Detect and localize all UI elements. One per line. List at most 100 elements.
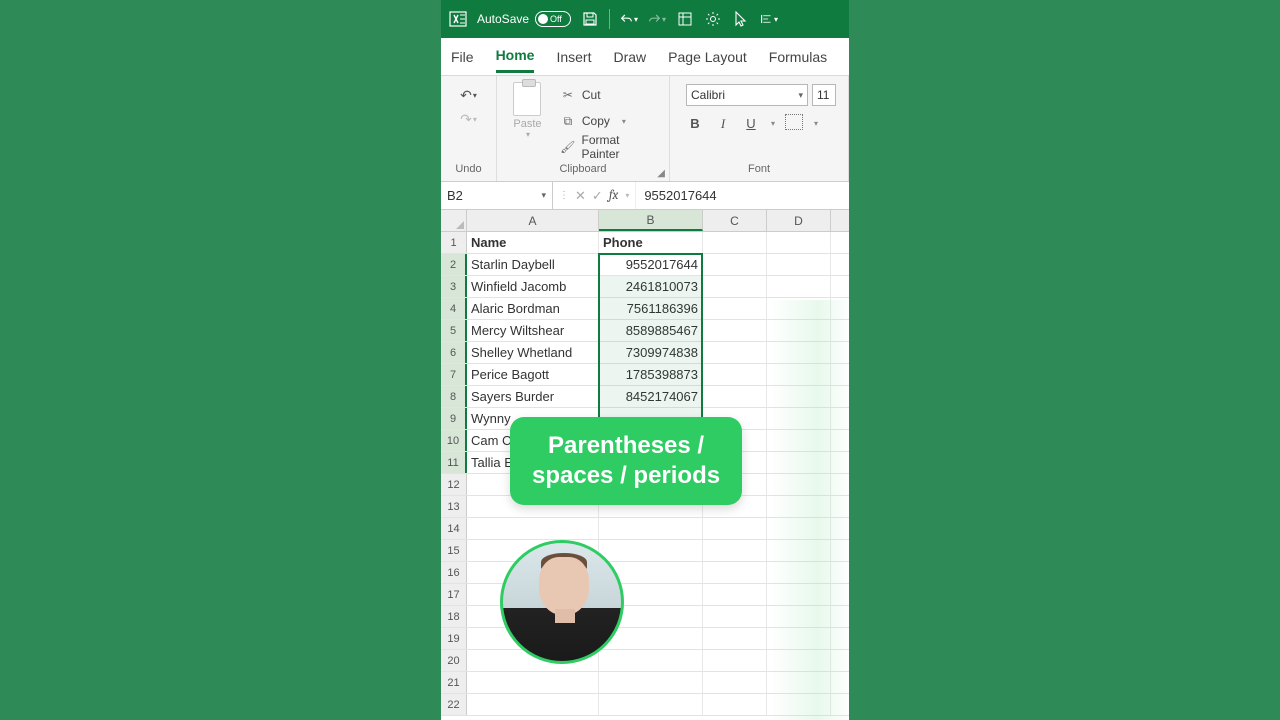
cell[interactable]: 2461810073 — [599, 276, 703, 297]
cell[interactable] — [767, 518, 831, 539]
cell[interactable] — [767, 254, 831, 275]
cell[interactable] — [767, 628, 831, 649]
cell[interactable] — [767, 606, 831, 627]
cell[interactable] — [767, 276, 831, 297]
cell[interactable] — [703, 562, 767, 583]
row-header[interactable]: 18 — [441, 606, 467, 627]
cell[interactable] — [767, 672, 831, 693]
cell[interactable] — [767, 408, 831, 429]
cell[interactable] — [703, 518, 767, 539]
bold-button[interactable]: B — [686, 116, 704, 131]
paste-button[interactable]: Paste ▾ — [503, 80, 552, 163]
row-header[interactable]: 6 — [441, 342, 467, 363]
cell[interactable] — [767, 364, 831, 385]
borders-button[interactable] — [785, 114, 803, 133]
cell[interactable]: Perice Bagott — [467, 364, 599, 385]
cell[interactable] — [703, 254, 767, 275]
row-header[interactable]: 19 — [441, 628, 467, 649]
cell[interactable] — [703, 386, 767, 407]
cell[interactable] — [767, 584, 831, 605]
cell[interactable] — [767, 452, 831, 473]
cell[interactable] — [599, 518, 703, 539]
cell[interactable] — [467, 518, 599, 539]
cell[interactable] — [767, 694, 831, 715]
cell[interactable] — [703, 320, 767, 341]
col-header-a[interactable]: A — [467, 210, 599, 231]
tab-formulas[interactable]: Formulas — [769, 43, 827, 71]
cell[interactable] — [467, 672, 599, 693]
cell[interactable]: 1785398873 — [599, 364, 703, 385]
cell[interactable] — [703, 540, 767, 561]
cell[interactable] — [703, 364, 767, 385]
row-header[interactable]: 12 — [441, 474, 467, 495]
tab-home[interactable]: Home — [496, 41, 535, 73]
cell[interactable]: 7309974838 — [599, 342, 703, 363]
row-header[interactable]: 10 — [441, 430, 467, 451]
row-header[interactable]: 20 — [441, 650, 467, 671]
row-header[interactable]: 11 — [441, 452, 467, 473]
cell[interactable] — [703, 584, 767, 605]
cell[interactable]: Winfield Jacomb — [467, 276, 599, 297]
tab-page-layout[interactable]: Page Layout — [668, 43, 747, 71]
cell[interactable] — [767, 320, 831, 341]
cell[interactable] — [767, 342, 831, 363]
col-header-c[interactable]: C — [703, 210, 767, 231]
cut-button[interactable]: ✂Cut — [560, 84, 659, 106]
align-icon[interactable]: ▾ — [760, 10, 778, 28]
cell[interactable]: 7561186396 — [599, 298, 703, 319]
row-header[interactable]: 14 — [441, 518, 467, 539]
row-header[interactable]: 2 — [441, 254, 467, 275]
cell[interactable]: Alaric Bordman — [467, 298, 599, 319]
cursor-icon[interactable] — [732, 10, 750, 28]
cell[interactable] — [703, 672, 767, 693]
cell[interactable] — [767, 298, 831, 319]
select-all-corner[interactable] — [441, 210, 467, 231]
cell[interactable]: Sayers Burder — [467, 386, 599, 407]
save-icon[interactable] — [581, 10, 599, 28]
fx-icon[interactable]: fx — [609, 188, 619, 203]
cell[interactable] — [767, 232, 831, 253]
row-header[interactable]: 3 — [441, 276, 467, 297]
sheet-view-icon[interactable] — [676, 10, 694, 28]
cell[interactable] — [767, 562, 831, 583]
cell[interactable] — [703, 298, 767, 319]
cell[interactable] — [599, 694, 703, 715]
autosave-toggle[interactable]: AutoSave Off — [477, 11, 571, 27]
cell[interactable] — [767, 430, 831, 451]
col-header-d[interactable]: D — [767, 210, 831, 231]
row-header[interactable]: 4 — [441, 298, 467, 319]
cell[interactable] — [767, 496, 831, 517]
font-name-combo[interactable]: Calibri▾ — [686, 84, 808, 106]
row-header[interactable]: 15 — [441, 540, 467, 561]
cell[interactable]: Name — [467, 232, 599, 253]
cell[interactable] — [767, 650, 831, 671]
redo-icon[interactable]: ▾ — [648, 10, 666, 28]
redo-button[interactable]: ↷ ▾ — [452, 108, 486, 130]
cell[interactable]: 9552017644 — [599, 254, 703, 275]
cell[interactable] — [703, 232, 767, 253]
cell[interactable]: 8452174067 — [599, 386, 703, 407]
cell[interactable] — [703, 342, 767, 363]
row-header[interactable]: 21 — [441, 672, 467, 693]
italic-button[interactable]: I — [714, 116, 732, 132]
cell[interactable] — [703, 606, 767, 627]
cell[interactable] — [599, 650, 703, 671]
row-header[interactable]: 9 — [441, 408, 467, 429]
copy-button[interactable]: ⧉Copy▾ — [560, 110, 659, 132]
row-header[interactable]: 17 — [441, 584, 467, 605]
cell[interactable] — [703, 650, 767, 671]
row-header[interactable]: 8 — [441, 386, 467, 407]
cell[interactable]: Phone — [599, 232, 703, 253]
row-header[interactable]: 5 — [441, 320, 467, 341]
cell[interactable]: 8589885467 — [599, 320, 703, 341]
col-header-b[interactable]: B — [599, 210, 703, 231]
tab-insert[interactable]: Insert — [556, 43, 591, 71]
tab-file[interactable]: File — [451, 43, 474, 71]
cell[interactable] — [767, 474, 831, 495]
dialog-launcher-icon[interactable]: ◢ — [657, 168, 665, 179]
row-header[interactable]: 22 — [441, 694, 467, 715]
name-box[interactable]: B2▾ — [441, 182, 553, 209]
row-header[interactable]: 7 — [441, 364, 467, 385]
cell[interactable]: Starlin Daybell — [467, 254, 599, 275]
undo-icon[interactable]: ▾ — [620, 10, 638, 28]
